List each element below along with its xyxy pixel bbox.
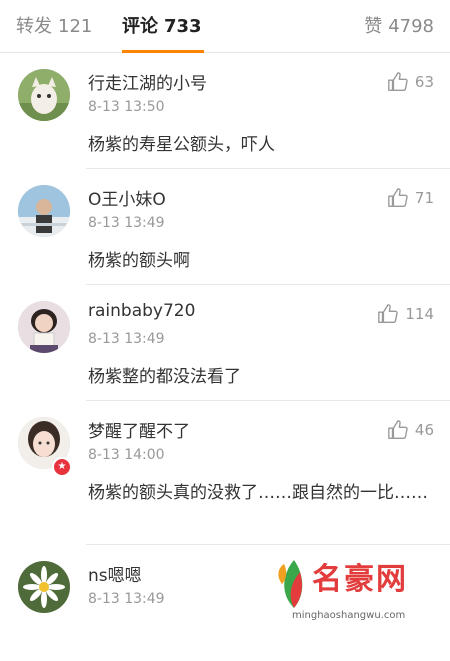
avatar[interactable] (18, 561, 70, 613)
tab-comment[interactable]: 评论 733 (122, 12, 202, 38)
comment-time: 8-13 13:49 (88, 331, 165, 347)
comment-time: 8-13 13:49 (88, 215, 165, 231)
like-button[interactable]: 71 (387, 187, 434, 209)
avatar[interactable] (18, 301, 70, 353)
tab-like-count: 4798 (388, 16, 434, 37)
thumbs-up-icon (388, 188, 408, 207)
comment-username[interactable]: 梦醒了醒不了 (88, 417, 190, 442)
comment-time: 8-13 13:50 (88, 99, 165, 115)
comment-text: 杨紫整的都没法看了 (88, 367, 241, 387)
like-button[interactable]: 63 (387, 71, 434, 93)
tab-like[interactable]: 赞 4798 (364, 12, 434, 38)
comment-username[interactable]: O王小妹O (88, 185, 166, 210)
comment-username[interactable]: rainbaby720 (88, 301, 195, 321)
comment-username[interactable]: ns嗯嗯 (88, 561, 142, 586)
leaf-logo-icon (278, 560, 303, 608)
tab-bar: 转发 121 评论 733 赞 4798 (0, 0, 450, 53)
avatar[interactable] (18, 185, 70, 237)
tab-repost[interactable]: 转发 121 (16, 12, 92, 38)
like-button[interactable]: 114 (377, 303, 434, 325)
like-count: 46 (414, 421, 434, 439)
avatar[interactable] (18, 69, 70, 121)
watermark-url: minghaoshangwu.com (292, 610, 406, 621)
comment-item: rainbaby720 8-13 13:49 杨紫整的都没法看了 114 (0, 285, 450, 401)
comment-text: 杨紫的额头啊 (88, 251, 190, 271)
tab-like-label: 赞 (364, 16, 383, 37)
tab-repost-label: 转发 (16, 16, 52, 37)
thumbs-up-icon (388, 72, 408, 91)
tab-repost-count: 121 (58, 16, 93, 37)
comment-item: 行走江湖的小号 8-13 13:50 杨紫的寿星公额头，吓人 63 (0, 53, 450, 169)
comment-text: 杨紫的寿星公额头，吓人 (88, 135, 275, 155)
thumbs-up-icon (378, 304, 399, 323)
like-count: 71 (414, 189, 434, 207)
comment-item: ★ 梦醒了醒不了 8-13 14:00 杨紫的额头真的没救了……跟自然的一比……… (0, 401, 450, 545)
like-count: 63 (414, 73, 434, 91)
verified-badge-icon: ★ (52, 457, 72, 477)
like-button[interactable]: 46 (387, 419, 434, 441)
watermark: 名豪网 minghaoshangwu.com (272, 552, 442, 630)
comment-text: 杨紫的额头真的没救了……跟自然的一比…… (88, 483, 428, 503)
like-count: 114 (405, 305, 434, 323)
thumbs-up-icon (388, 420, 408, 439)
tab-comment-count: 733 (164, 16, 202, 37)
tab-comment-label: 评论 (122, 16, 158, 37)
comment-time: 8-13 14:00 (88, 447, 165, 463)
comment-item: O王小妹O 8-13 13:49 杨紫的额头啊 71 (0, 169, 450, 285)
comment-username[interactable]: 行走江湖的小号 (88, 69, 207, 94)
comment-time: 8-13 13:49 (88, 591, 165, 607)
watermark-name: 名豪网 (312, 562, 408, 597)
